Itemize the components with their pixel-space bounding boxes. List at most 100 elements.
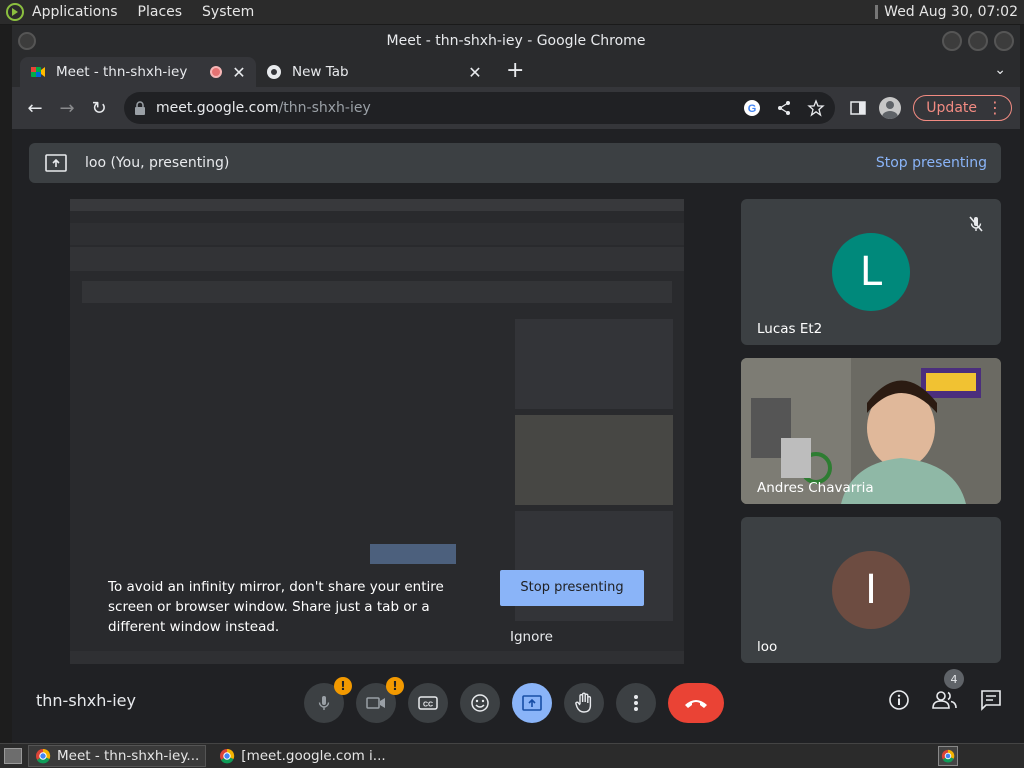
more-options-button[interactable] — [616, 683, 656, 723]
meeting-code: thn-shxh-iey — [36, 691, 136, 710]
share-icon[interactable] — [775, 99, 793, 117]
captions-icon: CC — [418, 696, 438, 710]
url-host: meet.google.com — [156, 100, 279, 116]
participant-name: loo — [757, 639, 778, 655]
microphone-icon — [318, 696, 330, 710]
recording-indicator-icon — [210, 66, 222, 78]
new-tab-button[interactable]: + — [506, 58, 524, 83]
participant-tile-loo[interactable]: I loo — [741, 517, 1001, 663]
mirror-taskbar-strip — [70, 651, 684, 664]
chrome-icon — [267, 65, 281, 79]
camera-button[interactable]: ! — [356, 677, 404, 723]
google-lens-icon[interactable]: G — [743, 99, 761, 117]
meet-stage: loo (You, presenting) Stop presenting L — [12, 129, 1020, 743]
update-label: Update — [926, 100, 977, 116]
clock-text: Wed Aug 30, 07:02 — [884, 4, 1018, 20]
emoji-icon — [471, 694, 489, 712]
call-controls: ! ! CC — [304, 677, 724, 723]
menu-places[interactable]: Places — [138, 4, 183, 20]
mirror-tab-strip — [70, 223, 684, 245]
camera-icon — [366, 697, 385, 709]
avatar-lucas: L — [832, 233, 910, 311]
taskbar-item-meet-popup[interactable]: [meet.google.com i... — [212, 745, 392, 767]
mirror-tile — [515, 415, 673, 505]
chat-button[interactable] — [978, 687, 1004, 713]
tab-strip: Meet - thn-shxh-iey ✕ New Tab ✕ + ⌄ — [12, 57, 1020, 87]
system-top-panel: Applications Places System Wed Aug 30, 0… — [0, 0, 1024, 25]
present-screen-icon — [45, 154, 67, 172]
tray-chrome-icon[interactable] — [938, 746, 958, 766]
reload-button[interactable]: ↻ — [84, 93, 114, 123]
stop-presenting-link[interactable]: Stop presenting — [876, 155, 987, 171]
url-path: /thn-shxh-iey — [278, 100, 371, 116]
presenting-label: loo (You, presenting) — [85, 155, 230, 171]
stop-presenting-button[interactable]: Stop presenting — [500, 570, 644, 606]
present-button[interactable] — [512, 683, 552, 723]
people-icon — [932, 691, 957, 709]
mirror-panel-strip — [70, 199, 684, 211]
leave-call-button[interactable] — [668, 683, 724, 723]
ignore-button[interactable]: Ignore — [510, 629, 553, 645]
captions-button[interactable]: CC — [408, 683, 448, 723]
chrome-window: Meet - thn-shxh-iey - Google Chrome Meet… — [12, 25, 1020, 743]
mirror-toolbar-strip — [70, 247, 684, 271]
browser-toolbar: ← → ↻ meet.google.com/thn-shxh-iey G Upd… — [12, 87, 1020, 129]
taskbar-item-meet[interactable]: Meet - thn-shxh-iey... — [28, 745, 207, 767]
system-taskbar: Meet - thn-shxh-iey... [meet.google.com … — [0, 743, 1024, 768]
participant-name: Lucas Et2 — [757, 321, 823, 337]
avatar-loo: I — [832, 551, 910, 629]
google-meet-icon — [31, 67, 45, 77]
menu-applications[interactable]: Applications — [32, 4, 118, 20]
window-menu-icon[interactable] — [18, 32, 36, 50]
mirror-stop-button — [370, 544, 456, 564]
tab-label: New Tab — [292, 64, 349, 80]
distro-logo-icon[interactable] — [6, 3, 24, 21]
participant-tile-lucas[interactable]: L Lucas Et2 — [741, 199, 1001, 345]
lock-icon[interactable] — [134, 101, 146, 115]
close-tab-icon[interactable]: ✕ — [468, 63, 482, 82]
hang-up-icon — [685, 700, 707, 708]
mic-off-icon — [969, 216, 983, 232]
tab-new-tab[interactable]: New Tab ✕ — [256, 57, 492, 87]
meeting-details-button[interactable] — [886, 687, 912, 713]
participant-tile-andres[interactable]: Andres Chavarria — [741, 358, 1001, 504]
camera-warning-badge: ! — [386, 677, 404, 695]
info-icon — [889, 690, 909, 710]
update-button[interactable]: Update ⋮ — [913, 95, 1012, 121]
window-title: Meet - thn-shxh-iey - Google Chrome — [386, 33, 646, 49]
mirror-present-bar — [82, 281, 672, 303]
chrome-menu-icon[interactable]: ⋮ — [987, 100, 1003, 116]
taskbar-item-label: [meet.google.com i... — [241, 748, 386, 764]
show-desktop-icon[interactable] — [4, 748, 22, 764]
close-window-button[interactable] — [994, 31, 1014, 51]
bookmark-star-icon[interactable] — [807, 99, 826, 117]
close-tab-icon[interactable]: ✕ — [232, 63, 246, 82]
address-bar[interactable]: meet.google.com/thn-shxh-iey G — [124, 92, 836, 124]
hand-icon — [575, 692, 592, 713]
menu-system[interactable]: System — [202, 4, 254, 20]
mirror-tile — [515, 319, 673, 409]
maximize-button[interactable] — [968, 31, 988, 51]
reactions-button[interactable] — [460, 683, 500, 723]
taskbar-item-label: Meet - thn-shxh-iey... — [57, 748, 200, 764]
side-panel-icon[interactable] — [849, 99, 867, 117]
window-titlebar[interactable]: Meet - thn-shxh-iey - Google Chrome — [12, 25, 1020, 57]
chrome-icon — [941, 749, 955, 763]
forward-button[interactable]: → — [52, 93, 82, 123]
raise-hand-button[interactable] — [564, 683, 604, 723]
svg-text:G: G — [748, 103, 757, 115]
back-button[interactable]: ← — [20, 93, 50, 123]
window-controls — [942, 31, 1014, 51]
system-clock[interactable]: Wed Aug 30, 07:02 — [875, 4, 1018, 20]
chrome-icon — [36, 748, 51, 764]
tab-meet[interactable]: Meet - thn-shxh-iey ✕ — [20, 57, 256, 87]
minimize-button[interactable] — [942, 31, 962, 51]
tab-search-chevron-icon[interactable]: ⌄ — [994, 62, 1006, 78]
people-button[interactable]: 4 — [932, 669, 964, 713]
panel-separator — [875, 5, 879, 19]
more-vert-icon — [634, 695, 638, 711]
profile-avatar[interactable] — [879, 97, 902, 119]
microphone-button[interactable]: ! — [304, 677, 352, 723]
chat-icon — [981, 690, 1001, 711]
tab-label: Meet - thn-shxh-iey — [56, 64, 188, 80]
